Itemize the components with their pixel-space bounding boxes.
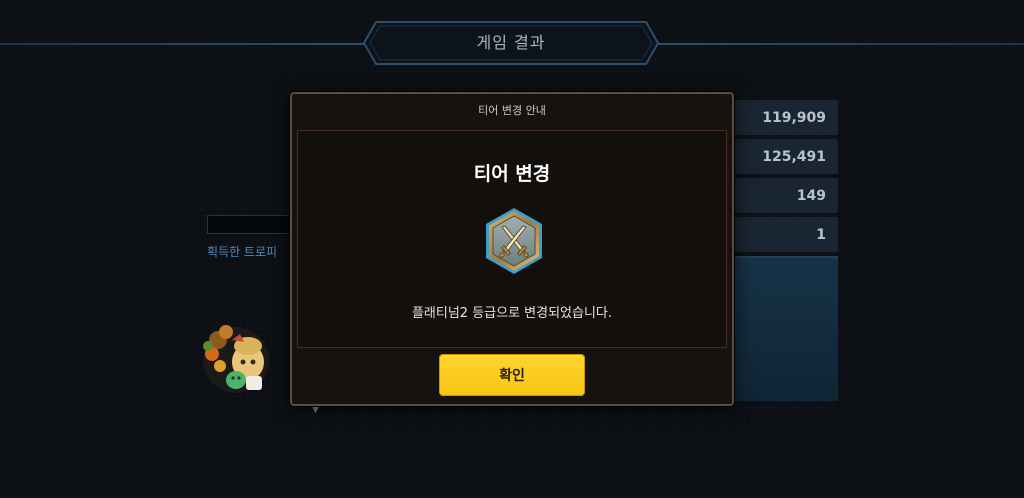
platinum-tier-badge-icon — [484, 207, 544, 275]
score-value: 119,909 — [734, 100, 838, 135]
result-detail-box — [734, 256, 838, 401]
score-panel: 119,909 125,491 149 1 — [734, 100, 838, 256]
dialog-title: 티어 변경 안내 — [478, 104, 546, 117]
score-value: 125,491 — [734, 139, 838, 174]
scroll-down-icon: ▼ — [312, 405, 319, 415]
trophy-bar — [207, 215, 297, 234]
confirm-button[interactable]: 확인 — [439, 354, 585, 396]
trophy-label: 획득한 트로피 — [207, 245, 278, 259]
tier-change-dialog: 티어 변경 안내 티어 변경 플래티넘2 등급으로 변경되었습니다. 확인 — [290, 92, 734, 406]
title-plate: 게임 결과 — [362, 20, 660, 66]
character-avatar — [196, 318, 276, 398]
score-value: 1 — [734, 217, 838, 252]
character-sprite — [203, 325, 269, 393]
tier-badge-graphic — [486, 208, 542, 274]
score-value: 149 — [734, 178, 838, 213]
game-result-screen: 게임 결과 119,909 125,491 149 1 획득한 트로피 ▼ 티어… — [0, 0, 1024, 498]
dialog-content: 티어 변경 플래티넘2 등급으로 변경되었습니다. — [297, 130, 727, 348]
dialog-heading: 티어 변경 — [473, 163, 551, 185]
page-title: 게임 결과 — [476, 33, 546, 52]
tier-change-message: 플래티넘2 등급으로 변경되었습니다. — [411, 306, 613, 321]
